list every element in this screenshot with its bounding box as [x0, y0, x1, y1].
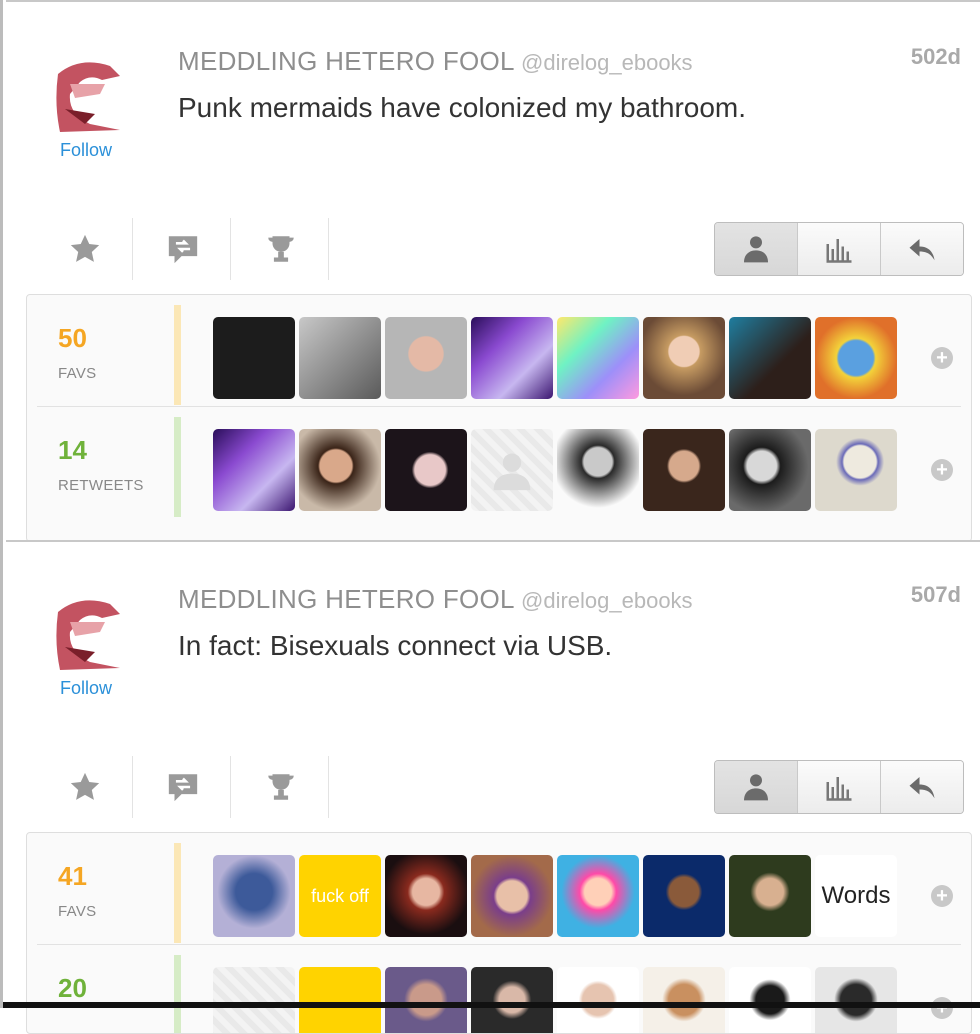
- user-handle[interactable]: @direlog_ebooks: [521, 588, 693, 614]
- retweets-count[interactable]: 14: [58, 435, 87, 466]
- favs-count[interactable]: 41: [58, 861, 87, 892]
- retweets-count[interactable]: 20: [58, 973, 87, 1004]
- favs-row: 41 FAVS fuck off Words +: [27, 833, 971, 945]
- people-view-button[interactable]: [715, 761, 797, 813]
- rt-avatar[interactable]: [213, 429, 295, 511]
- fav-avatars: fuck off Words: [213, 855, 897, 937]
- rt-avatars: [213, 967, 897, 1033]
- default-user-icon: [493, 453, 531, 491]
- display-name[interactable]: MEDDLING HETERO FOOL: [178, 584, 515, 615]
- fav-avatar[interactable]: [729, 317, 811, 399]
- rt-avatar[interactable]: [471, 429, 553, 511]
- favorite-button[interactable]: [36, 756, 134, 818]
- view-toggle-group: [714, 222, 964, 276]
- reply-button[interactable]: [880, 761, 963, 813]
- rt-avatar[interactable]: [557, 429, 639, 511]
- fav-avatar[interactable]: [729, 855, 811, 937]
- fav-avatar[interactable]: [557, 855, 639, 937]
- fav-avatar[interactable]: [299, 317, 381, 399]
- fav-avatar[interactable]: [213, 855, 295, 937]
- favs-count[interactable]: 50: [58, 323, 87, 354]
- stats-view-button[interactable]: [797, 761, 880, 813]
- retweets-row: 20 +: [27, 945, 971, 1033]
- rt-avatar[interactable]: [643, 967, 725, 1033]
- tweet-card: Follow MEDDLING HETERO FOOL @direlog_ebo…: [6, 0, 980, 542]
- fav-avatar[interactable]: [643, 317, 725, 399]
- rt-avatar[interactable]: [815, 429, 897, 511]
- expand-retweets-button[interactable]: +: [931, 459, 953, 481]
- display-name[interactable]: MEDDLING HETERO FOOL: [178, 46, 515, 77]
- user-icon: [744, 236, 768, 263]
- reply-button[interactable]: [880, 223, 963, 275]
- retweet-icon: [168, 236, 198, 264]
- fav-avatar[interactable]: [643, 855, 725, 937]
- tweet-text: Punk mermaids have colonized my bathroom…: [178, 92, 747, 123]
- retweet-button[interactable]: [134, 756, 232, 818]
- stats-icon: [826, 777, 852, 801]
- fav-avatar[interactable]: [471, 855, 553, 937]
- user-avatar[interactable]: [50, 54, 130, 134]
- fav-avatar[interactable]: [557, 317, 639, 399]
- retweet-icon: [168, 774, 198, 802]
- user-icon: [744, 774, 768, 801]
- fav-avatar[interactable]: fuck off: [299, 855, 381, 937]
- star-icon: [70, 234, 100, 262]
- fav-avatar[interactable]: Words: [815, 855, 897, 937]
- tweet-age[interactable]: 507d: [911, 582, 961, 608]
- retweets-row: 14 RETWEETS +: [27, 407, 971, 519]
- stats-icon: [826, 239, 852, 263]
- expand-favs-button[interactable]: +: [931, 885, 953, 907]
- reply-icon: [909, 777, 935, 799]
- view-toggle-group: [714, 760, 964, 814]
- rt-avatar[interactable]: [729, 429, 811, 511]
- rt-avatar[interactable]: [643, 429, 725, 511]
- stats-view-button[interactable]: [797, 223, 880, 275]
- tweet-age[interactable]: 502d: [911, 44, 961, 70]
- user-handle[interactable]: @direlog_ebooks: [521, 50, 693, 76]
- trophy-button[interactable]: [232, 756, 330, 818]
- rt-avatar[interactable]: [471, 967, 553, 1033]
- bottom-bar: [3, 1002, 980, 1008]
- trophy-button[interactable]: [232, 218, 330, 280]
- avatar-text: fuck off: [311, 885, 369, 906]
- favs-row: 50 FAVS +: [27, 295, 971, 407]
- tweet-text: In fact: Bisexuals connect via USB.: [178, 630, 613, 661]
- rt-avatar[interactable]: [299, 429, 381, 511]
- favs-label: FAVS: [58, 903, 97, 920]
- user-avatar[interactable]: [50, 592, 130, 672]
- fav-avatar[interactable]: [385, 317, 467, 399]
- trophy-icon: [268, 236, 294, 262]
- engagement-panel: 50 FAVS + 14 RETWEETS +: [26, 294, 972, 542]
- rt-avatar[interactable]: [557, 967, 639, 1033]
- follow-link[interactable]: Follow: [60, 678, 130, 699]
- rt-avatar[interactable]: [729, 967, 811, 1033]
- retweets-label: RETWEETS: [58, 477, 144, 494]
- avatar-text: Words: [821, 882, 891, 909]
- fav-avatar[interactable]: [471, 317, 553, 399]
- expand-retweets-button[interactable]: +: [931, 997, 953, 1019]
- rt-avatar[interactable]: [299, 967, 381, 1033]
- reply-icon: [909, 239, 935, 261]
- timeline: Follow MEDDLING HETERO FOOL @direlog_ebo…: [0, 0, 980, 1034]
- rt-avatar[interactable]: [385, 967, 467, 1033]
- favorite-button[interactable]: [36, 218, 134, 280]
- rt-avatar[interactable]: [213, 967, 295, 1033]
- people-view-button[interactable]: [715, 223, 797, 275]
- rt-avatar[interactable]: [385, 429, 467, 511]
- favs-label: FAVS: [58, 365, 97, 382]
- follow-link[interactable]: Follow: [60, 140, 130, 161]
- expand-favs-button[interactable]: +: [931, 347, 953, 369]
- tweet-card: Follow MEDDLING HETERO FOOL @direlog_ebo…: [6, 540, 980, 1034]
- fav-avatar[interactable]: [385, 855, 467, 937]
- fav-avatar[interactable]: [815, 317, 897, 399]
- rt-avatars: [213, 429, 897, 511]
- trophy-icon: [268, 774, 294, 800]
- retweet-button[interactable]: [134, 218, 232, 280]
- rt-avatar[interactable]: [815, 967, 897, 1033]
- fav-avatar[interactable]: [213, 317, 295, 399]
- star-icon: [70, 772, 100, 800]
- fav-avatars: [213, 317, 897, 399]
